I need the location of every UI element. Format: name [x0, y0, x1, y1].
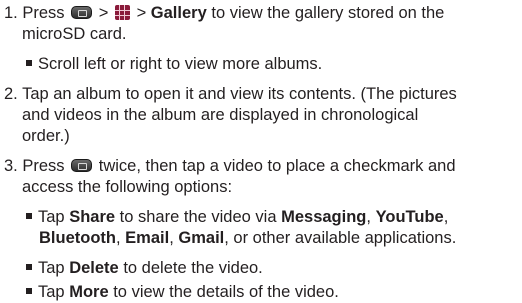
step-1-rest: to view the gallery stored on the	[211, 4, 445, 22]
more-text: to view the details of the video.	[113, 283, 339, 301]
share-text-end: , or other available applications.	[224, 229, 457, 247]
instructions-document: 1. Press > > Gallery to view the gallery…	[0, 0, 522, 303]
step-3-press-text: Press	[22, 157, 65, 175]
share-bullet: Tap Share to share the video via Messagi…	[26, 207, 448, 228]
step-1-bullet: Scroll left or right to view more albums…	[26, 54, 322, 75]
comma: ,	[443, 208, 449, 226]
step-3-rest: twice, then tap a video to place a check…	[98, 157, 456, 175]
step-1-gt-1: >	[98, 4, 109, 22]
gmail-label: Gmail	[178, 229, 225, 247]
bullet-icon	[26, 212, 32, 219]
step-1-line-1: 1. Press > > Gallery to view the gallery…	[4, 3, 444, 24]
step-3-number: 3.	[4, 157, 18, 175]
step-1-gt-2: >	[136, 4, 147, 22]
step-3-line-2: access the following options:	[22, 178, 233, 196]
step-2-number: 2.	[4, 85, 18, 103]
step-1-line-2: microSD card.	[22, 25, 127, 43]
share-label: Share	[69, 208, 116, 226]
step-1-bullet-text: Scroll left or right to view more albums…	[38, 55, 323, 73]
menu-key-icon	[71, 159, 93, 173]
bullet-icon	[26, 59, 32, 66]
step-3-line-1: 3. Press twice, then tap a video to plac…	[4, 156, 456, 177]
email-label: Email	[125, 229, 170, 247]
bullet-icon	[26, 287, 32, 294]
delete-bullet: Tap Delete to delete the video.	[26, 258, 263, 279]
applications-icon	[114, 5, 130, 21]
gallery-label: Gallery	[150, 4, 207, 22]
step-2-text-1: Tap an album to open it and view its con…	[22, 85, 457, 103]
bluetooth-label: Bluetooth	[39, 229, 116, 247]
step-2-line-2: and videos in the album are displayed in…	[22, 106, 419, 124]
delete-label: Delete	[69, 259, 119, 277]
share-tap: Tap	[38, 208, 65, 226]
comma: ,	[169, 229, 174, 247]
step-1-number: 1.	[4, 4, 18, 22]
comma: ,	[115, 229, 121, 247]
youtube-label: YouTube	[375, 208, 444, 226]
step-2-line-3: order.)	[22, 127, 70, 145]
bullet-icon	[26, 263, 32, 270]
more-label: More	[69, 283, 109, 301]
comma: ,	[366, 208, 371, 226]
more-bullet: Tap More to view the details of the vide…	[26, 282, 339, 303]
menu-key-icon	[71, 6, 93, 20]
share-text: to share the video via	[119, 208, 277, 226]
step-2-line-1: 2. Tap an album to open it and view its …	[4, 84, 457, 105]
messaging-label: Messaging	[281, 208, 367, 226]
delete-text: to delete the video.	[123, 259, 263, 277]
step-1-press-text: Press	[22, 4, 65, 22]
more-tap: Tap	[38, 283, 65, 301]
delete-tap: Tap	[38, 259, 65, 277]
share-bullet-line-2: Bluetooth, Email, Gmail, or other availa…	[39, 228, 456, 249]
